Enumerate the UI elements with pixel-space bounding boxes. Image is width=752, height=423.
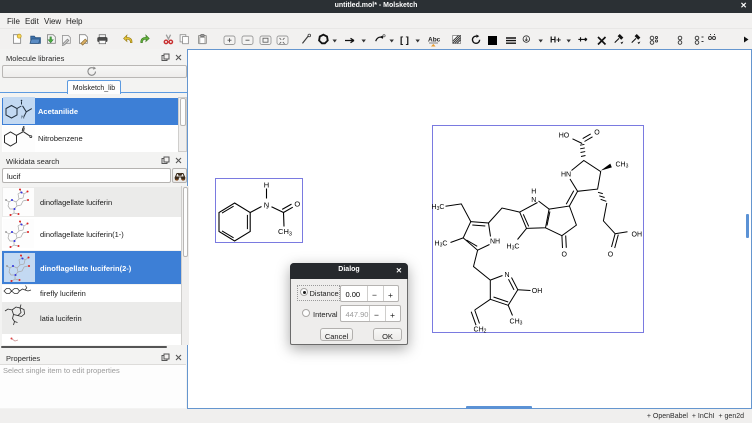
svg-text:HN: HN: [561, 172, 571, 179]
svg-text:H: H: [264, 181, 269, 190]
svg-text:OH: OH: [532, 288, 543, 295]
svg-text:O: O: [294, 199, 300, 208]
svg-text:CH3: CH3: [510, 319, 523, 327]
svg-text:N: N: [531, 197, 536, 204]
svg-text:H3C: H3C: [435, 241, 448, 249]
svg-text:N: N: [21, 115, 24, 120]
svg-text:CH2: CH2: [474, 327, 487, 335]
svg-text:NH: NH: [490, 239, 500, 246]
svg-text:HO: HO: [559, 133, 570, 140]
svg-text:O: O: [594, 130, 600, 137]
svg-text:H: H: [531, 189, 536, 196]
svg-text:CH3: CH3: [278, 227, 292, 238]
svg-text:H3C: H3C: [432, 204, 445, 212]
svg-text:N: N: [504, 272, 509, 279]
svg-text:H3C: H3C: [507, 244, 520, 252]
svg-text:OH: OH: [632, 232, 643, 239]
svg-text:N: N: [264, 200, 269, 209]
svg-text:O: O: [608, 252, 614, 259]
svg-text:O: O: [561, 252, 567, 259]
svg-text:CH3: CH3: [616, 162, 629, 170]
